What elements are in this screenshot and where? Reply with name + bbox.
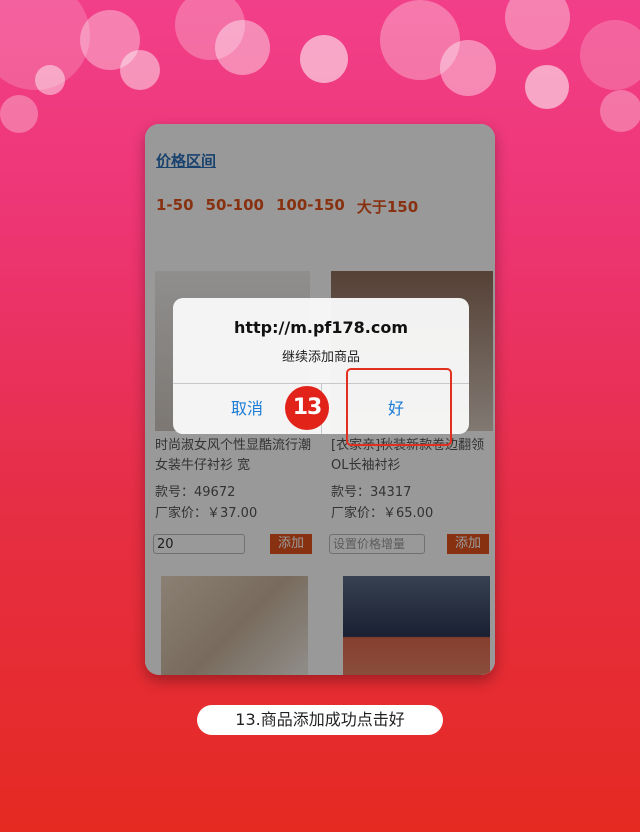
bokeh-light <box>300 35 348 83</box>
bokeh-light <box>175 0 245 60</box>
bokeh-light <box>35 65 65 95</box>
bokeh-light <box>80 10 140 70</box>
bokeh-light <box>380 0 460 80</box>
bokeh-light <box>505 0 570 50</box>
dialog-message: 继续添加商品 <box>281 350 360 365</box>
bokeh-light <box>600 90 640 132</box>
bokeh-light <box>215 20 270 75</box>
phone-screen: 价格区间 1-50 50-100 100-150 大于150 时尚淑女风个性显酷… <box>145 124 495 675</box>
bokeh-light <box>0 95 38 133</box>
bokeh-light <box>525 65 569 109</box>
dialog-title: http://m.pf178.com <box>233 318 408 337</box>
step-caption: 13.商品添加成功点击好 <box>197 705 443 735</box>
bokeh-light <box>440 40 496 96</box>
step-number-badge: 13 <box>285 386 329 430</box>
ok-button-highlight <box>346 368 452 446</box>
bokeh-light <box>0 0 90 90</box>
bokeh-light <box>580 20 640 90</box>
bokeh-light <box>120 50 160 90</box>
